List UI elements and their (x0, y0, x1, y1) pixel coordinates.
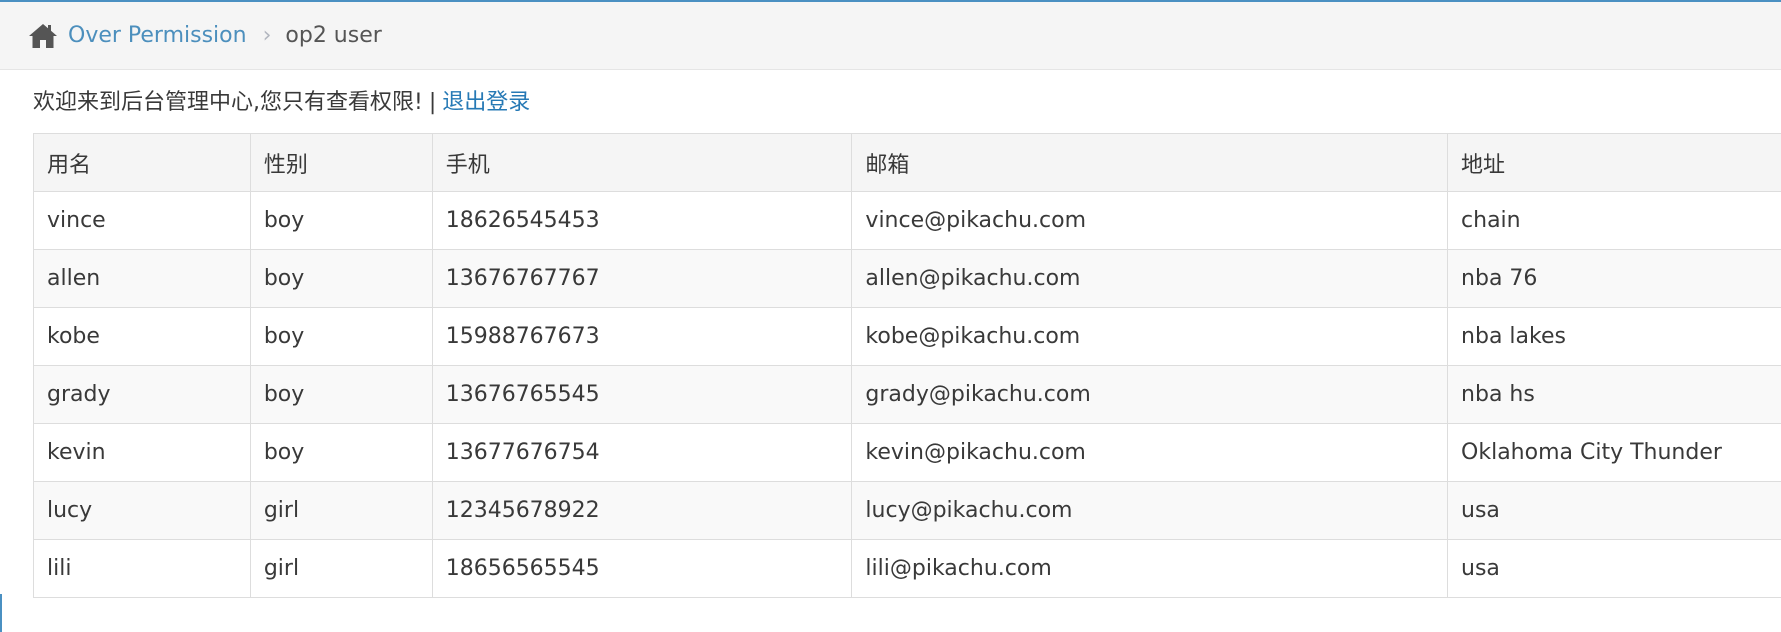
cell-phone: 18656565545 (431, 539, 853, 598)
breadcrumb: Over Permission › op2 user (0, 2, 1781, 70)
user-table: 用名 性别 手机 邮箱 地址 vince boy 18626545453 vin… (33, 133, 1781, 598)
cell-address: nba 76 (1447, 249, 1781, 308)
cell-phone: 18626545453 (431, 191, 853, 250)
cell-address: nba lakes (1447, 307, 1781, 366)
table-row: vince boy 18626545453 vince@pikachu.com … (33, 191, 1781, 250)
table-row: lili girl 18656565545 lili@pikachu.com u… (33, 539, 1781, 598)
cell-email: vince@pikachu.com (851, 191, 1449, 250)
column-header-username: 用名 (33, 133, 251, 192)
cell-phone: 15988767673 (431, 307, 853, 366)
table-row: kobe boy 15988767673 kobe@pikachu.com nb… (33, 307, 1781, 366)
cell-gender: boy (249, 249, 433, 308)
cell-phone: 13676767767 (431, 249, 853, 308)
cell-email: kobe@pikachu.com (851, 307, 1449, 366)
cell-username: kevin (33, 423, 251, 482)
cell-gender: boy (249, 423, 433, 482)
cell-gender: boy (249, 365, 433, 424)
column-header-address: 地址 (1447, 133, 1781, 192)
column-header-email: 邮箱 (851, 133, 1449, 192)
table-row: kevin boy 13677676754 kevin@pikachu.com … (33, 423, 1781, 482)
cell-email: lili@pikachu.com (851, 539, 1449, 598)
cell-email: lucy@pikachu.com (851, 481, 1449, 540)
cell-phone: 12345678922 (431, 481, 853, 540)
home-icon[interactable] (28, 22, 58, 50)
cell-username: kobe (33, 307, 251, 366)
cell-gender: girl (249, 539, 433, 598)
cell-email: allen@pikachu.com (851, 249, 1449, 308)
column-header-phone: 手机 (431, 133, 853, 192)
cell-email: kevin@pikachu.com (851, 423, 1449, 482)
cell-address: Oklahoma City Thunder (1447, 423, 1781, 482)
cell-gender: boy (249, 191, 433, 250)
cell-phone: 13677676754 (431, 423, 853, 482)
welcome-bar: 欢迎来到后台管理中心,您只有查看权限! | 退出登录 (33, 84, 530, 116)
table-header-row: 用名 性别 手机 邮箱 地址 (33, 133, 1781, 192)
cell-username: lucy (33, 481, 251, 540)
cell-username: vince (33, 191, 251, 250)
cell-address: usa (1447, 539, 1781, 598)
breadcrumb-current: op2 user (285, 23, 382, 48)
table-row: grady boy 13676765545 grady@pikachu.com … (33, 365, 1781, 424)
cell-address: usa (1447, 481, 1781, 540)
table-row: lucy girl 12345678922 lucy@pikachu.com u… (33, 481, 1781, 540)
cell-address: nba hs (1447, 365, 1781, 424)
table-row: allen boy 13676767767 allen@pikachu.com … (33, 249, 1781, 308)
left-edge-marker (0, 594, 2, 632)
logout-link[interactable]: 退出登录 (442, 90, 530, 115)
cell-username: grady (33, 365, 251, 424)
cell-username: lili (33, 539, 251, 598)
cell-address: chain (1447, 191, 1781, 250)
cell-phone: 13676765545 (431, 365, 853, 424)
welcome-separator: | (428, 90, 437, 115)
breadcrumb-link-over-permission[interactable]: Over Permission (68, 23, 247, 48)
welcome-message: 欢迎来到后台管理中心,您只有查看权限! (33, 90, 423, 115)
column-header-gender: 性别 (249, 133, 433, 192)
cell-gender: boy (249, 307, 433, 366)
cell-gender: girl (249, 481, 433, 540)
cell-email: grady@pikachu.com (851, 365, 1449, 424)
breadcrumb-separator: › (262, 23, 272, 48)
cell-username: allen (33, 249, 251, 308)
